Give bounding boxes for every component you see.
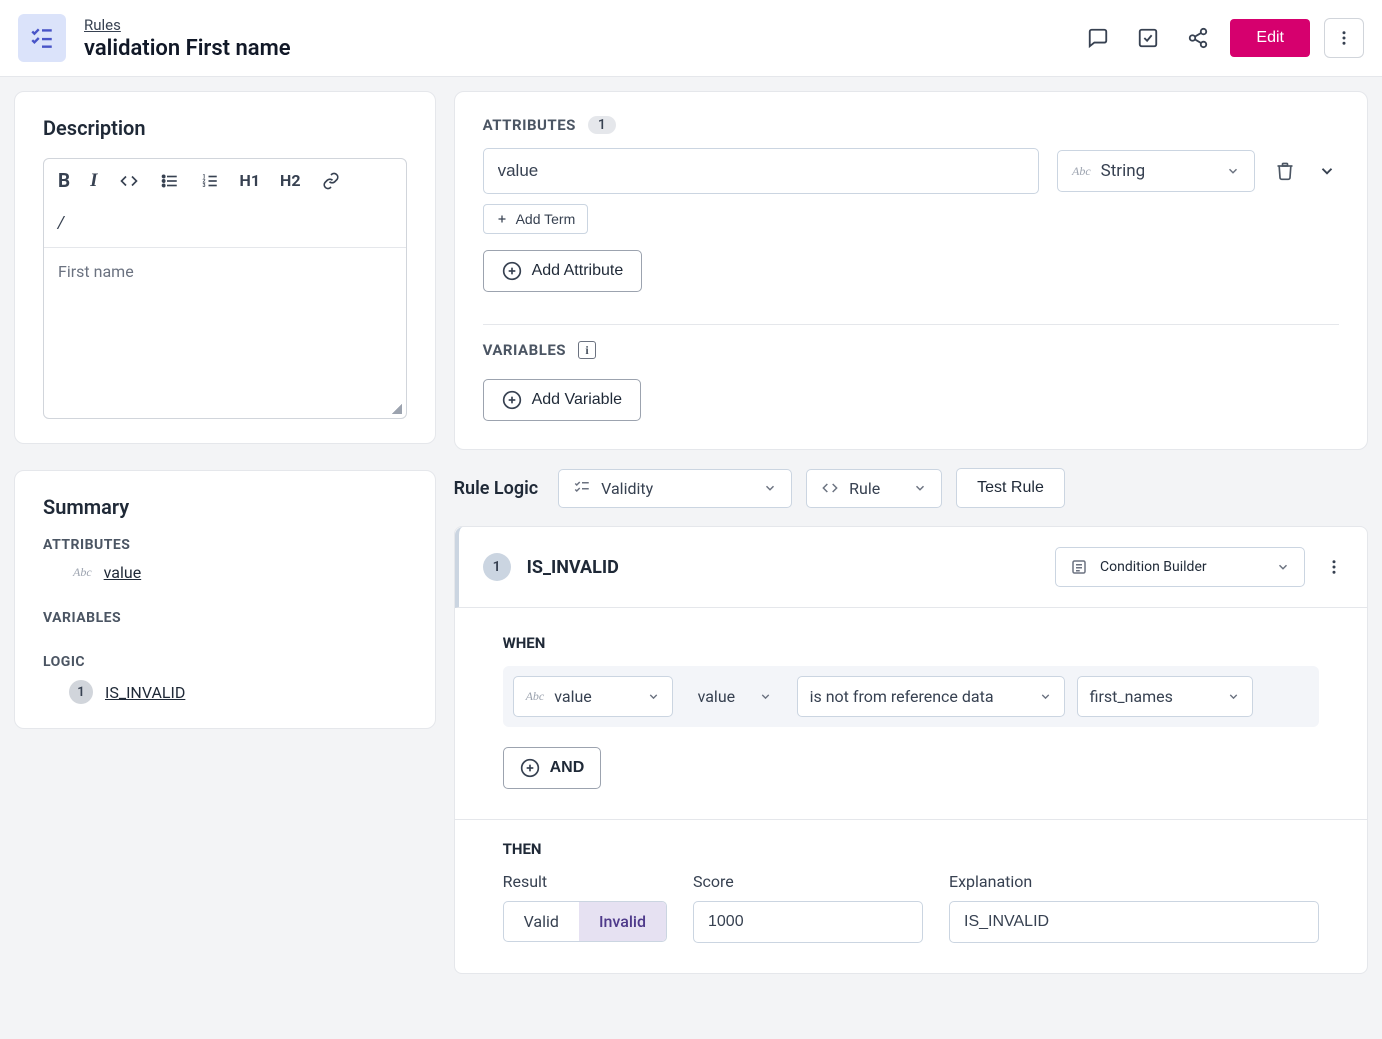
result-toggle[interactable]: Valid Invalid [503, 901, 667, 942]
when-reference-label: first_names [1090, 687, 1217, 706]
when-condition-row: Abc value value is not from reference da… [503, 666, 1319, 727]
breadcrumb-rules[interactable]: Rules [84, 16, 1080, 34]
bullet-list-tool[interactable] [160, 172, 180, 190]
add-variable-button[interactable]: Add Variable [483, 379, 641, 421]
chevron-down-icon [913, 481, 927, 495]
summary-attr-value-link[interactable]: value [104, 563, 142, 582]
condition-builder-label: Condition Builder [1100, 559, 1264, 575]
condition-builder-select[interactable]: Condition Builder [1055, 547, 1305, 587]
description-card: Description B I 123 H1 H2 / First name [14, 91, 436, 444]
add-variable-label: Add Variable [532, 391, 622, 409]
rules-module-icon [18, 14, 66, 62]
summary-logic-label: LOGIC [43, 654, 407, 670]
code-tool[interactable] [118, 172, 140, 190]
slash-tool[interactable]: / [58, 212, 64, 235]
h2-tool[interactable]: H2 [280, 171, 300, 190]
abc-icon: Abc [1072, 164, 1091, 179]
summary-title: Summary [43, 495, 407, 519]
bold-tool[interactable]: B [58, 169, 70, 192]
summary-variables-label: VARIABLES [43, 610, 407, 626]
task-check-icon[interactable] [1130, 20, 1166, 56]
numbered-list-tool[interactable]: 123 [200, 172, 220, 190]
attributes-section-title: ATTRIBUTES [483, 116, 576, 134]
comment-icon[interactable] [1080, 20, 1116, 56]
when-operator-label: is not from reference data [810, 687, 1029, 706]
when-reference-select[interactable]: first_names [1077, 676, 1253, 717]
chevron-down-icon [1227, 690, 1240, 703]
result-invalid-option[interactable]: Invalid [579, 902, 666, 941]
score-input[interactable] [693, 901, 923, 943]
rule-name: IS_INVALID [527, 557, 1055, 578]
share-icon[interactable] [1180, 20, 1216, 56]
variables-section-title: VARIABLES [483, 341, 566, 359]
link-tool[interactable] [321, 172, 341, 190]
rich-text-editor[interactable]: B I 123 H1 H2 / First name [43, 158, 407, 419]
when-operator-select[interactable]: is not from reference data [797, 676, 1065, 717]
rule-more-icon[interactable] [1325, 558, 1343, 576]
attribute-type-select[interactable]: Abc String [1057, 150, 1255, 192]
chevron-down-icon [1276, 560, 1290, 574]
add-term-label: Add Term [516, 211, 576, 227]
italic-tool[interactable]: I [90, 170, 97, 192]
and-label: AND [550, 759, 585, 777]
validity-select[interactable]: Validity [558, 469, 792, 508]
test-rule-button[interactable]: Test Rule [956, 468, 1065, 508]
rule-code-select[interactable]: Rule [806, 469, 942, 508]
add-and-condition-button[interactable]: AND [503, 747, 602, 789]
info-icon[interactable]: i [578, 341, 596, 359]
rule-code-label: Rule [849, 479, 903, 498]
chevron-down-icon [763, 481, 777, 495]
attributes-count-badge: 1 [588, 116, 616, 134]
explanation-label: Explanation [949, 872, 1319, 891]
then-label: THEN [503, 840, 1319, 858]
chevron-down-icon [647, 690, 660, 703]
rule-logic-title: Rule Logic [454, 478, 539, 499]
result-valid-option[interactable]: Valid [504, 902, 579, 941]
add-term-button[interactable]: Add Term [483, 204, 589, 234]
when-field-select[interactable]: Abc value [513, 676, 673, 717]
summary-attributes-label: ATTRIBUTES [43, 537, 407, 553]
when-subfield-label: value [698, 687, 749, 706]
when-subfield-select[interactable]: value [685, 676, 785, 717]
validity-label: Validity [601, 479, 753, 498]
page-header: Rules validation First name Edit [0, 0, 1382, 77]
attribute-type-label: String [1101, 161, 1216, 181]
logic-item-badge: 1 [69, 680, 93, 704]
description-text[interactable]: First name [44, 248, 406, 418]
rule-logic-header: Rule Logic Validity Rule Test Rule [454, 468, 1368, 508]
summary-logic-link[interactable]: IS_INVALID [105, 683, 185, 702]
add-attribute-button[interactable]: Add Attribute [483, 250, 643, 292]
chevron-down-icon [1039, 690, 1052, 703]
page-title: validation First name [84, 36, 1080, 61]
explanation-input[interactable] [949, 901, 1319, 943]
score-label: Score [693, 872, 923, 891]
when-label: WHEN [503, 634, 1319, 652]
svg-text:3: 3 [202, 183, 205, 189]
chevron-down-icon [759, 690, 772, 703]
add-attribute-label: Add Attribute [532, 262, 624, 280]
edit-button[interactable]: Edit [1230, 19, 1310, 57]
expand-attribute-icon[interactable] [1315, 159, 1339, 183]
more-menu-button[interactable] [1324, 18, 1364, 58]
summary-card: Summary ATTRIBUTES Abc value VARIABLES L… [14, 470, 436, 729]
rule-block: 1 IS_INVALID Condition Builder WHEN Abc … [454, 526, 1368, 974]
attributes-variables-panel: ATTRIBUTES 1 Abc String Add Ter [454, 91, 1368, 450]
when-field-label: value [554, 687, 636, 706]
result-label: Result [503, 872, 667, 891]
abc-icon: Abc [73, 565, 92, 580]
delete-attribute-icon[interactable] [1273, 159, 1297, 183]
attribute-value-input[interactable] [483, 148, 1039, 194]
abc-icon: Abc [526, 689, 545, 704]
chevron-down-icon [1226, 164, 1240, 178]
description-title: Description [43, 116, 407, 140]
h1-tool[interactable]: H1 [240, 171, 260, 190]
rule-number-badge: 1 [483, 553, 511, 581]
